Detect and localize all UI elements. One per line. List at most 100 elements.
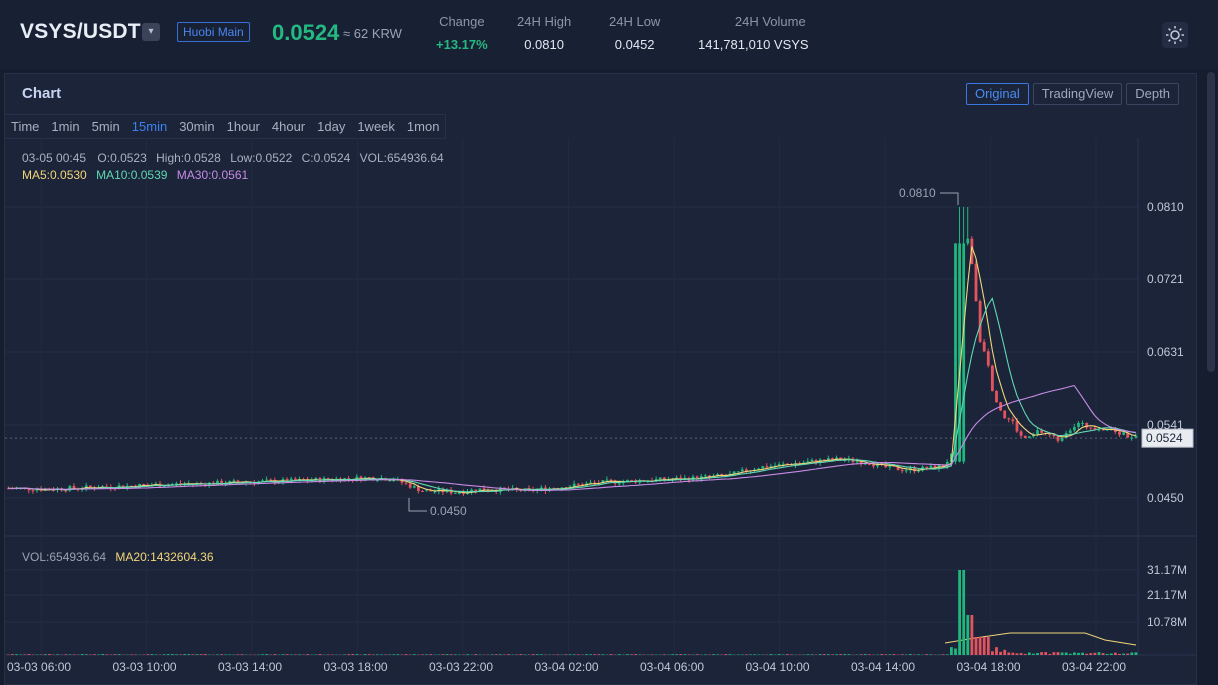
candle: [458, 492, 461, 494]
candle: [904, 470, 908, 472]
candle: [1015, 421, 1019, 432]
price-tick-label: 0.0721: [1147, 272, 1184, 286]
volume-bar: [1060, 652, 1064, 655]
volume-bar: [396, 654, 400, 655]
volume-bar: [1077, 652, 1080, 655]
high-pointer: [940, 192, 959, 205]
volume-bar: [568, 654, 572, 655]
volume-bar: [576, 654, 580, 655]
price-tick-label: 0.0631: [1147, 345, 1184, 359]
volume-bar: [679, 654, 683, 655]
candle: [1056, 436, 1060, 441]
volume-bar: [27, 654, 31, 655]
volume-bar: [490, 654, 494, 655]
volume-bar: [589, 654, 592, 655]
volume-bar: [593, 654, 597, 655]
high-label: 0.0810: [899, 186, 936, 200]
volume-bar: [859, 654, 863, 655]
volume-bar: [162, 654, 166, 655]
volume-bar: [171, 654, 174, 655]
candle: [704, 475, 707, 477]
volume-bar: [982, 637, 986, 655]
volume-bar: [880, 654, 884, 655]
volume-bar: [380, 654, 383, 655]
volume-bar: [97, 654, 100, 655]
volume-bar: [597, 654, 601, 655]
legend-volume: VOL:654936.64: [22, 550, 106, 564]
high-annotation: 0.0810: [899, 186, 959, 205]
volume-bar: [617, 654, 621, 655]
volume-bar: [556, 654, 560, 655]
volume-bar: [683, 654, 687, 655]
volume-bar: [966, 615, 970, 655]
volume-bar: [64, 654, 68, 655]
ma10-line: [8, 297, 1136, 493]
candle: [974, 263, 978, 302]
legend-open: O:0.0523: [97, 151, 147, 165]
volume-bar: [1019, 653, 1023, 655]
scrollbar[interactable]: [1207, 72, 1215, 372]
candle: [888, 465, 892, 468]
candle: [404, 482, 408, 484]
volume-bar: [105, 654, 109, 655]
volume-bar: [991, 651, 994, 655]
volume-bar: [117, 654, 121, 655]
moving-average-lines: [8, 246, 1137, 646]
candle: [630, 479, 633, 481]
candle: [740, 469, 744, 472]
volume-bar: [1068, 653, 1072, 655]
volume-bar: [1003, 649, 1007, 655]
candle: [1101, 429, 1105, 431]
volume-bar: [974, 637, 978, 655]
volume-bars: [7, 570, 1138, 655]
volume-bar: [1097, 652, 1101, 655]
volume-bar: [769, 654, 773, 655]
volume-bar: [745, 654, 748, 655]
volume-bar: [56, 654, 59, 655]
volume-bar: [179, 654, 182, 655]
volume-bar: [999, 651, 1002, 655]
candle: [900, 470, 904, 472]
volume-bar: [958, 570, 961, 655]
volume-bar: [786, 654, 789, 655]
volume-bar: [72, 654, 76, 655]
volume-bar: [1085, 653, 1089, 655]
volume-bar: [1101, 653, 1105, 655]
candle: [925, 466, 929, 469]
time-tick-label: 03-04 06:00: [640, 660, 704, 674]
volume-bar: [884, 654, 888, 655]
candle: [1048, 433, 1052, 436]
candle: [1118, 431, 1121, 435]
current-price-label: 0.0524: [1146, 431, 1183, 445]
candle: [388, 480, 392, 482]
volume-bar: [941, 654, 945, 655]
volume-bar: [1023, 653, 1027, 655]
candle: [855, 461, 859, 463]
price-chart[interactable]: 03-05 00:45 O:0.0523 High:0.0528 Low:0.0…: [0, 0, 1218, 685]
volume-bar: [23, 654, 27, 655]
candle: [966, 238, 970, 244]
volume-bar: [195, 654, 199, 655]
candle: [1073, 427, 1076, 431]
volume-bar: [183, 654, 187, 655]
candle: [991, 365, 994, 391]
volume-bar: [835, 654, 838, 655]
candle: [1003, 410, 1007, 419]
volume-bar: [839, 654, 843, 655]
candle: [761, 466, 765, 469]
volume-bar: [48, 654, 51, 655]
volume-bar: [1089, 653, 1093, 655]
candle: [1077, 422, 1080, 428]
candle: [986, 351, 990, 366]
volume-bar: [130, 654, 133, 655]
candle: [1060, 437, 1064, 441]
legend-ma5: MA5:0.0530: [22, 168, 87, 182]
volume-bar: [822, 654, 826, 655]
candle: [576, 483, 580, 485]
candle: [1089, 427, 1093, 429]
volume-bar: [1130, 652, 1134, 655]
volume-bar: [540, 654, 543, 655]
candle: [425, 490, 428, 492]
volume-bar: [1044, 652, 1048, 655]
candle: [1027, 436, 1031, 438]
